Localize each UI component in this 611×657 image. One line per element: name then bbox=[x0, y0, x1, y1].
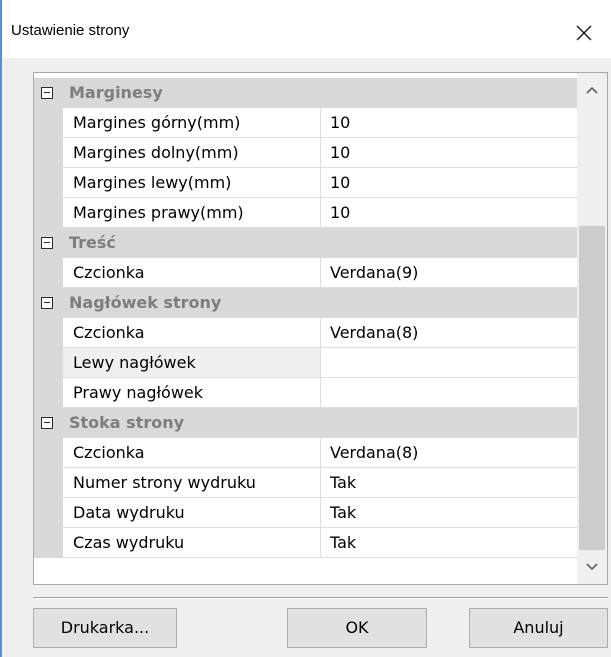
property-name: Czcionka bbox=[73, 443, 145, 462]
property-row[interactable]: Margines prawy(mm) 10 bbox=[34, 198, 577, 228]
property-name: Margines prawy(mm) bbox=[73, 203, 244, 222]
property-value: 10 bbox=[330, 143, 351, 162]
row-gutter bbox=[34, 498, 63, 528]
close-icon bbox=[576, 25, 592, 41]
category-row[interactable]: Nagłówek strony bbox=[34, 288, 577, 318]
row-gutter bbox=[34, 378, 63, 408]
title-bar: Ustawienie strony bbox=[2, 0, 611, 58]
property-value-cell[interactable]: Tak bbox=[321, 468, 577, 498]
category-row[interactable]: Treść bbox=[34, 228, 577, 258]
close-button[interactable] bbox=[567, 16, 601, 50]
property-value-cell[interactable] bbox=[321, 378, 577, 408]
property-value-cell[interactable] bbox=[321, 348, 577, 378]
property-value: 10 bbox=[330, 173, 351, 192]
property-value-cell[interactable]: Tak bbox=[321, 528, 577, 558]
property-row[interactable]: Lewy nagłówek bbox=[34, 348, 577, 378]
property-name-cell[interactable]: Margines lewy(mm) bbox=[63, 168, 321, 198]
property-value: Tak bbox=[330, 473, 357, 492]
category-label: Stoka strony bbox=[69, 413, 185, 432]
property-name-cell[interactable]: Czcionka bbox=[63, 318, 321, 348]
property-row[interactable]: Margines lewy(mm) 10 bbox=[34, 168, 577, 198]
property-name-cell[interactable]: Lewy nagłówek bbox=[63, 348, 321, 378]
property-name-cell[interactable]: Czas wydruku bbox=[63, 528, 321, 558]
property-name-cell[interactable]: Czcionka bbox=[63, 438, 321, 468]
property-value: Tak bbox=[330, 533, 357, 552]
collapse-icon[interactable] bbox=[41, 417, 53, 429]
property-name: Czcionka bbox=[73, 323, 145, 342]
window-title: Ustawienie strony bbox=[11, 22, 130, 39]
property-name-cell[interactable]: Numer strony wydruku bbox=[63, 468, 321, 498]
property-value-cell[interactable]: 10 bbox=[321, 198, 577, 228]
property-row[interactable]: Prawy nagłówek bbox=[34, 378, 577, 408]
property-grid-rows: Marginesy Margines górny(mm) 10 Margines do… bbox=[34, 78, 577, 558]
printer-button[interactable]: Drukarka... bbox=[33, 608, 177, 648]
property-row[interactable]: Data wydruku Tak bbox=[34, 498, 577, 528]
property-grid: Marginesy Margines górny(mm) 10 Margines do… bbox=[33, 72, 608, 585]
property-value: 10 bbox=[330, 113, 351, 132]
property-row[interactable]: Margines dolny(mm) 10 bbox=[34, 138, 577, 168]
property-name: Margines lewy(mm) bbox=[73, 173, 232, 192]
category-label: Treść bbox=[69, 233, 116, 252]
cancel-button[interactable]: Anuluj bbox=[469, 608, 608, 648]
property-name: Margines dolny(mm) bbox=[73, 143, 239, 162]
collapse-icon[interactable] bbox=[41, 87, 53, 99]
collapse-icon[interactable] bbox=[41, 237, 53, 249]
scrollbar-thumb[interactable] bbox=[579, 226, 605, 550]
property-name: Data wydruku bbox=[73, 503, 185, 522]
property-row[interactable]: Numer strony wydruku Tak bbox=[34, 468, 577, 498]
property-value-cell[interactable]: Tak bbox=[321, 498, 577, 528]
row-gutter bbox=[34, 438, 63, 468]
property-value: Tak bbox=[330, 503, 357, 522]
property-row[interactable]: Czcionka Verdana(8) bbox=[34, 318, 577, 348]
property-value: Verdana(9) bbox=[330, 263, 419, 282]
property-value: Verdana(8) bbox=[330, 323, 419, 342]
property-value-cell[interactable]: Verdana(9) bbox=[321, 258, 577, 288]
row-gutter bbox=[34, 138, 63, 168]
chevron-down-icon bbox=[586, 563, 598, 571]
page-setup-dialog: Ustawienie strony Marginesy Margines górn… bbox=[2, 0, 611, 657]
property-value: 10 bbox=[330, 203, 351, 222]
category-row[interactable]: Stoka strony bbox=[34, 408, 577, 438]
property-row[interactable]: Czas wydruku Tak bbox=[34, 528, 577, 558]
property-name: Czcionka bbox=[73, 263, 145, 282]
property-value-cell[interactable]: 10 bbox=[321, 168, 577, 198]
row-gutter bbox=[34, 318, 63, 348]
property-value-cell[interactable]: 10 bbox=[321, 108, 577, 138]
property-row[interactable]: Margines górny(mm) 10 bbox=[34, 108, 577, 138]
row-gutter bbox=[34, 468, 63, 498]
property-value-cell[interactable]: Verdana(8) bbox=[321, 438, 577, 468]
property-name: Numer strony wydruku bbox=[73, 473, 256, 492]
property-name: Czas wydruku bbox=[73, 533, 185, 552]
property-name: Prawy nagłówek bbox=[73, 383, 204, 402]
property-name: Margines górny(mm) bbox=[73, 113, 241, 132]
row-gutter bbox=[34, 258, 63, 288]
property-row[interactable]: Czcionka Verdana(9) bbox=[34, 258, 577, 288]
vertical-scrollbar[interactable] bbox=[577, 73, 607, 584]
category-label: Nagłówek strony bbox=[69, 293, 222, 312]
scroll-up-button[interactable] bbox=[577, 73, 607, 107]
row-gutter bbox=[34, 108, 63, 138]
collapse-icon[interactable] bbox=[41, 297, 53, 309]
property-name: Lewy nagłówek bbox=[73, 353, 196, 372]
property-row[interactable]: Czcionka Verdana(8) bbox=[34, 438, 577, 468]
property-name-cell[interactable]: Margines górny(mm) bbox=[63, 108, 321, 138]
scroll-down-button[interactable] bbox=[577, 550, 607, 584]
row-gutter bbox=[34, 348, 63, 378]
property-name-cell[interactable]: Margines dolny(mm) bbox=[63, 138, 321, 168]
property-name-cell[interactable]: Czcionka bbox=[63, 258, 321, 288]
property-name-cell[interactable]: Data wydruku bbox=[63, 498, 321, 528]
row-gutter bbox=[34, 168, 63, 198]
row-gutter bbox=[34, 198, 63, 228]
row-gutter bbox=[34, 528, 63, 558]
separator bbox=[33, 597, 608, 599]
property-name-cell[interactable]: Margines prawy(mm) bbox=[63, 198, 321, 228]
property-value: Verdana(8) bbox=[330, 443, 419, 462]
category-label: Marginesy bbox=[69, 83, 163, 102]
category-row[interactable]: Marginesy bbox=[34, 78, 577, 108]
chevron-up-icon bbox=[586, 86, 598, 94]
ok-button[interactable]: OK bbox=[287, 608, 427, 648]
property-value-cell[interactable]: Verdana(8) bbox=[321, 318, 577, 348]
property-name-cell[interactable]: Prawy nagłówek bbox=[63, 378, 321, 408]
property-value-cell[interactable]: 10 bbox=[321, 138, 577, 168]
